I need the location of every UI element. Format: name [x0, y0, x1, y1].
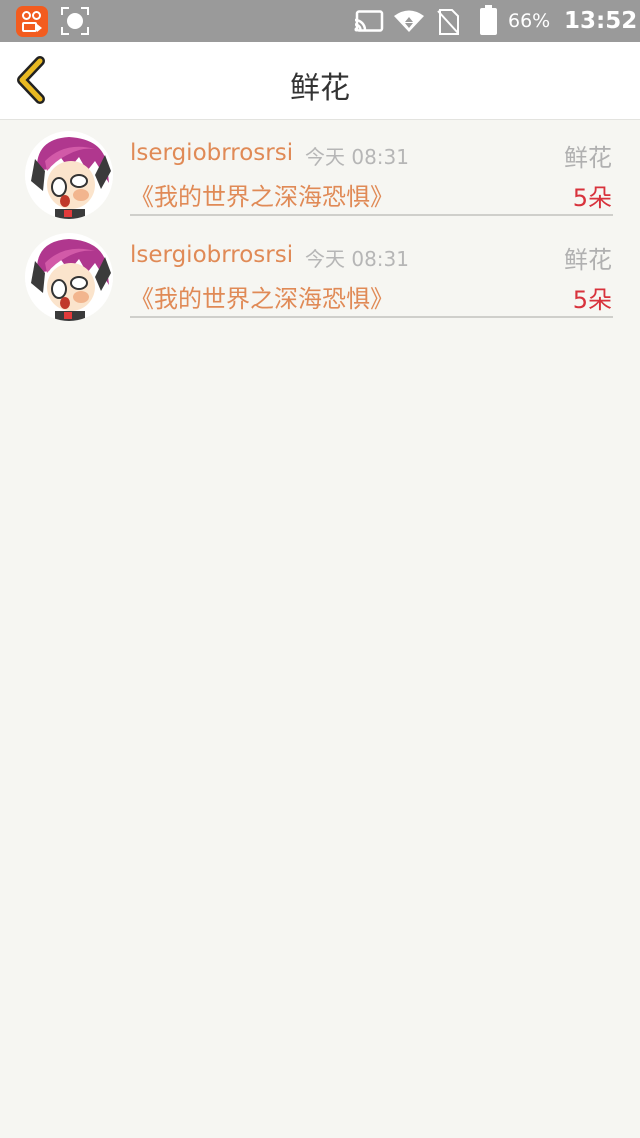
username[interactable]: lsergiobrrosrsi	[130, 242, 293, 268]
gift-record-list: lsergiobrrosrsi 今天 08:31 鲜花 《我的世界之深海恐惧》 …	[0, 128, 640, 332]
list-item[interactable]: lsergiobrrosrsi 今天 08:31 鲜花 《我的世界之深海恐惧》 …	[0, 230, 640, 332]
screenshot-icon	[61, 7, 89, 35]
page-title: 鲜花	[290, 71, 350, 106]
title-bar: 鲜花	[0, 42, 640, 120]
username[interactable]: lsergiobrrosrsi	[130, 140, 293, 166]
divider	[130, 316, 613, 318]
battery-percentage: 66%	[508, 10, 551, 32]
gift-type-label: 鲜花	[564, 144, 612, 172]
app-badge-icon	[16, 6, 48, 37]
timestamp: 今天 08:31	[305, 145, 409, 169]
avatar[interactable]	[25, 233, 113, 321]
clock: 13:52	[564, 8, 638, 34]
cast-icon	[354, 10, 384, 32]
gift-type-label: 鲜花	[564, 246, 612, 274]
no-sim-icon	[437, 9, 459, 35]
gift-count: 5朵	[572, 184, 612, 212]
divider	[130, 214, 613, 216]
timestamp: 今天 08:31	[305, 247, 409, 271]
status-bar: 66% 13:52	[0, 0, 640, 42]
wifi-icon	[394, 10, 424, 32]
gift-count: 5朵	[572, 286, 612, 314]
battery-icon	[480, 5, 497, 35]
avatar[interactable]	[25, 131, 113, 219]
list-item[interactable]: lsergiobrrosrsi 今天 08:31 鲜花 《我的世界之深海恐惧》 …	[0, 128, 640, 230]
book-title-link[interactable]: 《我的世界之深海恐惧》	[130, 177, 394, 212]
book-title-link[interactable]: 《我的世界之深海恐惧》	[130, 279, 394, 314]
